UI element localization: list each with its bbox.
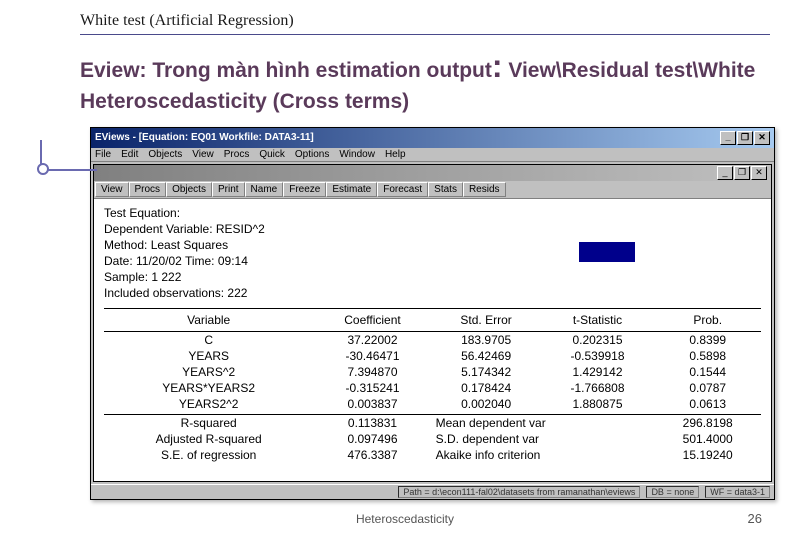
col-coefficient: Coefficient [313,308,431,331]
info-obs: Included observations: 222 [104,285,761,301]
menubar: File Edit Objects View Procs Quick Optio… [91,148,774,162]
tool-stats[interactable]: Stats [428,182,463,197]
app-title: EViews - [Equation: EQ01 Workfile: DATA3… [95,132,314,143]
status-wf: WF = data3-1 [705,486,770,498]
page-number: 26 [748,511,762,526]
menu-help[interactable]: Help [385,149,406,160]
menu-options[interactable]: Options [295,149,329,160]
highlight-rectangle [579,242,635,262]
slide-subtitle: Eview: Trong màn hình estimation output:… [80,45,770,117]
tool-procs[interactable]: Procs [129,182,167,197]
slide-title: White test (Artificial Regression) [80,12,294,29]
stats-row: S.E. of regression 476.3387 Akaike info … [104,447,761,463]
tool-print[interactable]: Print [212,182,245,197]
close-button[interactable]: ✕ [754,131,770,145]
stats-row: Adjusted R-squared 0.097496 S.D. depende… [104,431,761,447]
toolbar: View Procs Objects Print Name Freeze Est… [94,181,771,199]
coefficient-table: Variable Coefficient Std. Error t-Statis… [104,308,761,463]
info-depvar: Dependent Variable: RESID^2 [104,221,761,237]
tool-name[interactable]: Name [245,182,284,197]
tool-freeze[interactable]: Freeze [283,182,326,197]
maximize-button[interactable]: ❐ [737,131,753,145]
tool-view[interactable]: View [95,182,129,197]
stats-row: R-squared 0.113831 Mean dependent var 29… [104,414,761,431]
app-titlebar: EViews - [Equation: EQ01 Workfile: DATA3… [91,128,774,148]
table-row: YEARS*YEARS2-0.3152410.178424-1.7668080.… [104,380,761,396]
col-variable: Variable [104,308,313,331]
info-method: Method: Least Squares [104,237,761,253]
table-row: YEARS-30.4647156.42469-0.5399180.5898 [104,348,761,364]
decor-accent [40,140,42,170]
tool-forecast[interactable]: Forecast [377,182,428,197]
equation-window: _ ❐ ✕ View Procs Objects Print Name Free… [93,164,772,482]
eq-maximize-button[interactable]: ❐ [734,166,750,180]
menu-edit[interactable]: Edit [121,149,138,160]
eq-minimize-button[interactable]: _ [717,166,733,180]
col-stderror: Std. Error [432,308,541,331]
tool-resids[interactable]: Resids [463,182,506,197]
statusbar: Path = d:\econ111-fal02\datasets from ra… [91,484,774,499]
table-row: YEARS^27.3948705.1743421.4291420.1544 [104,364,761,380]
menu-quick[interactable]: Quick [259,149,285,160]
tool-estimate[interactable]: Estimate [326,182,377,197]
eviews-window: EViews - [Equation: EQ01 Workfile: DATA3… [90,127,775,500]
info-date: Date: 11/20/02 Time: 09:14 [104,253,761,269]
menu-procs[interactable]: Procs [224,149,250,160]
slide-footer: Heteroscedasticity [0,512,810,526]
menu-window[interactable]: Window [339,149,375,160]
info-sample: Sample: 1 222 [104,269,761,285]
menu-view[interactable]: View [192,149,214,160]
table-row: C37.22002183.97050.2023150.8399 [104,331,761,348]
info-test-equation: Test Equation: [104,205,761,221]
col-prob: Prob. [654,308,761,331]
menu-file[interactable]: File [95,149,111,160]
equation-titlebar: _ ❐ ✕ [94,165,771,181]
minimize-button[interactable]: _ [720,131,736,145]
menu-objects[interactable]: Objects [148,149,182,160]
status-db: DB = none [646,486,699,498]
tool-objects[interactable]: Objects [166,182,212,197]
table-row: YEARS2^20.0038370.0020401.8808750.0613 [104,396,761,412]
eq-close-button[interactable]: ✕ [751,166,767,180]
result-pane: Test Equation: Dependent Variable: RESID… [94,199,771,481]
status-path: Path = d:\econ111-fal02\datasets from ra… [398,486,640,498]
col-tstat: t-Statistic [541,308,655,331]
